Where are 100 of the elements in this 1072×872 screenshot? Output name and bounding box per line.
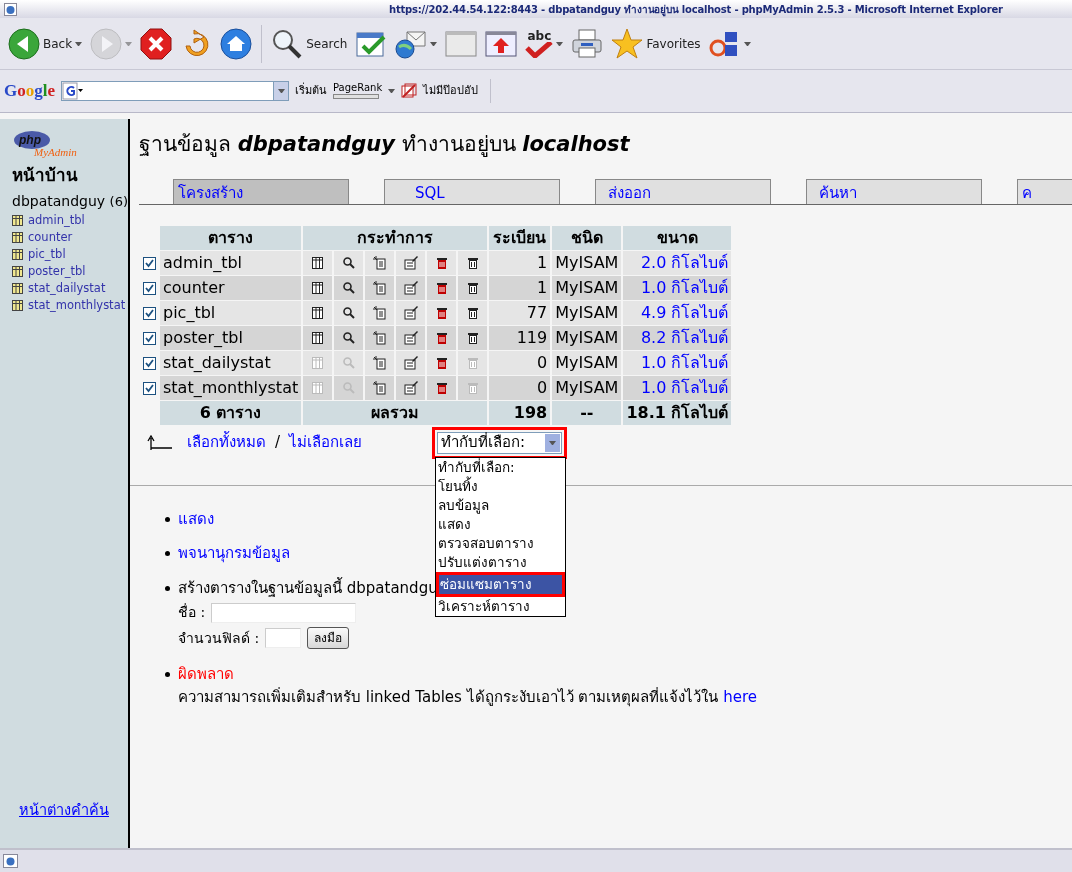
trash-icon[interactable] [465,281,480,295]
stop-icon [140,27,173,60]
table-cell: 6 ตาราง [160,400,302,425]
caret-icon [125,41,133,46]
spell-button[interactable]: abc [523,29,566,58]
insert-document-icon[interactable] [372,306,387,320]
insert-document-icon[interactable] [372,281,387,295]
checkbox[interactable] [143,356,156,370]
trash-icon[interactable] [465,306,480,320]
caret-icon [388,89,396,93]
database-name[interactable]: dbpatandguy [12,192,106,209]
insert-document-icon[interactable] [372,331,387,345]
query-window-link[interactable]: หน้าต่างคำค้น [19,800,109,822]
insert-document-icon[interactable] [372,256,387,270]
caret-icon [75,41,83,46]
checkbox[interactable] [143,256,156,270]
trash-icon[interactable] [465,331,480,345]
sidebar-item[interactable]: stat_monthlystat [12,296,128,314]
search-icon[interactable] [341,331,356,345]
column-header: ระเบียน [489,225,551,250]
menu-link[interactable]: พจนานุกรมข้อมูล [178,542,290,565]
popup-blocker-icon [401,83,418,99]
stop-button[interactable] [138,27,175,60]
search-icon[interactable] [341,306,356,320]
name-label: ชื่อ : [178,602,206,622]
search-field[interactable] [61,81,289,101]
checkbox[interactable] [143,331,156,345]
sidebar-item[interactable]: poster_tbl [12,262,128,280]
dropdown-option[interactable]: ปรับแต่งตาราง [436,552,566,572]
logo: php MyAdmin [12,129,98,159]
here-link[interactable]: here [723,687,757,706]
favorites-button[interactable]: Favorites [609,27,703,60]
tab[interactable]: โครงสร้าง [173,178,349,204]
sidebar-item[interactable]: stat_dailystat [12,279,128,297]
google-logo: Google [4,80,55,103]
page-status-icon [3,854,19,868]
start-label[interactable]: เริ่มต้น [295,82,327,100]
star-icon [611,27,644,60]
table-cell: admin_tbl [160,250,302,275]
table-cell: 0 [489,350,551,375]
sidebar-item[interactable]: counter [12,228,128,246]
checkbox[interactable] [143,281,156,295]
dropdown-option[interactable]: แสดง [436,514,566,534]
document-pencil-icon[interactable] [403,381,418,395]
sidebar-item[interactable]: admin_tbl [12,211,128,229]
document-pencil-icon[interactable] [403,256,418,270]
menu-link[interactable]: แสดง [178,507,214,530]
dropdown-option[interactable]: โยนทิ้ง [436,476,566,496]
table-cell: 77 [489,300,551,325]
table-cell: poster_tbl [160,325,302,350]
back-button[interactable]: Back [6,27,85,60]
trash-icon[interactable] [465,256,480,270]
name-field[interactable] [211,602,357,623]
tab[interactable]: ค [1017,178,1072,204]
grid-icon[interactable] [310,256,325,270]
checkbox[interactable] [143,381,156,395]
grid-icon[interactable] [310,306,325,320]
grid-icon[interactable] [310,281,325,295]
tab[interactable]: SQL [384,178,560,204]
popup-label[interactable]: ไม่มีป๊อปอัป [423,82,479,100]
grid-icon[interactable] [310,331,325,345]
tab[interactable]: ค้นหา [806,178,982,204]
dropdown-option[interactable]: ซ่อมแซมตาราง [436,571,566,597]
document-pencil-icon[interactable] [403,356,418,370]
document-pencil-icon[interactable] [403,306,418,320]
dropdown-option[interactable]: วิเคราะห์ตาราง [436,596,566,616]
home-button[interactable] [218,27,255,60]
home-link[interactable]: หน้าบ้าน [12,163,128,189]
search-button[interactable]: Search [269,27,350,60]
trash-icon[interactable] [434,356,449,370]
check-mark-icon [525,41,554,58]
sidebar-item[interactable]: pic_tbl [12,245,128,263]
dropdown-option[interactable]: ลบข้อมูล [436,495,566,515]
insert-document-icon[interactable] [372,381,387,395]
trash-icon[interactable] [434,306,449,320]
table-cell: MyISAM [552,375,622,400]
uncheck-all-link[interactable]: ไม่เลือกเลย [289,431,363,454]
trash-icon[interactable] [434,381,449,395]
table-cell: 0 [489,375,551,400]
tab[interactable]: ส่งออก [595,178,771,204]
trash-icon[interactable] [434,331,449,345]
go-button[interactable]: ลงมือ [307,627,350,649]
dropdown-option[interactable]: ทำกับที่เลือก: [436,457,566,477]
insert-document-icon[interactable] [372,356,387,370]
search-icon[interactable] [341,256,356,270]
error-message: ความสามารถเพิ่มเติมสำหรับ linked Tables ได้ถูกระงับเอาไว้ ตามเหตุผลที่แจ้งไว้ใน here [178,686,757,708]
checkbox[interactable] [143,306,156,320]
dropdown-option[interactable]: ตรวจสอบตาราง [436,533,566,553]
check-all-link[interactable]: เลือกทั้งหมด [187,431,266,454]
fields-label: จำนวนฟิลด์ : [178,628,260,648]
action-select[interactable]: ทำกับที่เลือก: [437,431,563,454]
table-cell: 18.1 กิโลไบต์ [623,400,732,425]
document-pencil-icon[interactable] [403,331,418,345]
forward-icon [90,27,123,60]
document-pencil-icon[interactable] [403,281,418,295]
fields-count-field[interactable] [265,628,302,648]
trash-icon[interactable] [434,256,449,270]
search-icon[interactable] [341,281,356,295]
table-icon [12,248,23,260]
trash-icon[interactable] [434,281,449,295]
